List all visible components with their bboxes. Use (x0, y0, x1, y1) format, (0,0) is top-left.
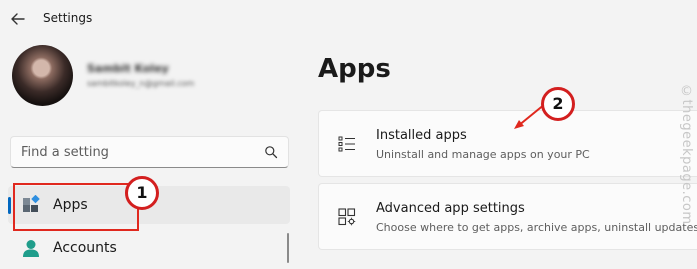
search-box[interactable] (10, 136, 289, 168)
apps-icon (23, 195, 40, 212)
page-title: Apps (318, 54, 391, 84)
sidebar-item-label: Accounts (53, 240, 117, 256)
sidebar-scrollbar[interactable] (287, 233, 289, 263)
advanced-app-settings-card[interactable]: Advanced app settings Choose where to ge… (318, 183, 697, 250)
step-badge-1: 1 (125, 176, 159, 210)
user-name: Sambit Koley (87, 62, 169, 75)
window-title: Settings (43, 11, 93, 25)
step-badge-2: 2 (541, 87, 575, 121)
sidebar-item-accounts[interactable]: Accounts (8, 229, 290, 267)
installed-apps-card[interactable]: Installed apps Uninstall and manage apps… (318, 110, 697, 177)
installed-apps-icon (338, 136, 355, 152)
accounts-icon (23, 240, 39, 257)
search-icon[interactable] (264, 145, 278, 159)
search-input[interactable] (11, 137, 251, 167)
back-arrow-icon[interactable] (8, 9, 28, 29)
avatar[interactable] (12, 45, 73, 106)
advanced-app-settings-icon (338, 208, 356, 226)
card-subtitle: Choose where to get apps, archive apps, … (376, 221, 697, 234)
card-subtitle: Uninstall and manage apps on your PC (376, 148, 590, 161)
watermark: ©thegeekpage.com (679, 84, 694, 225)
card-title: Advanced app settings (376, 201, 525, 216)
title-bar: Settings (0, 0, 697, 38)
sidebar-item-label: Apps (53, 197, 88, 213)
card-title: Installed apps (376, 128, 467, 143)
user-email: sambitkoley_n@gmail.com (87, 79, 195, 88)
selection-indicator (8, 197, 11, 214)
